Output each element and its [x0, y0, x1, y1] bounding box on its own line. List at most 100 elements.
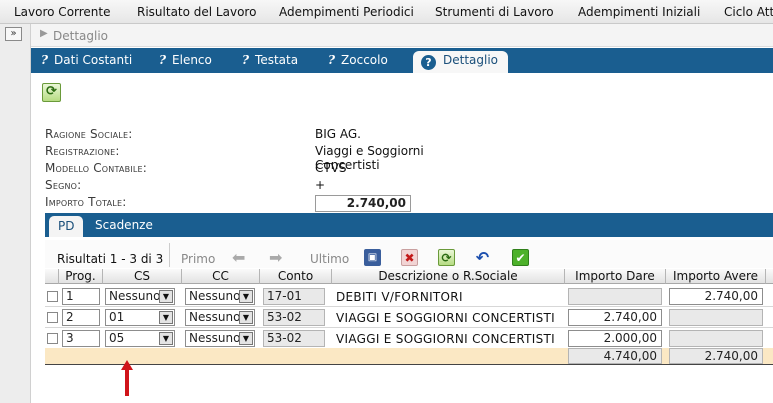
col-head-importo-avere[interactable]: Importo Avere [666, 269, 766, 284]
undo-icon[interactable]: ↶ [474, 249, 491, 266]
total-dare-field: 4.740,00 [568, 348, 662, 364]
tab-pd[interactable]: PD [49, 216, 84, 237]
chevron-down-icon: ▼ [239, 332, 253, 345]
chevron-down-icon: ▼ [239, 290, 253, 303]
refresh-icon[interactable]: ⟳ [42, 83, 61, 102]
prev-page-icon[interactable]: ⬅ [232, 248, 245, 267]
totals-row: 4.740,00 2.740,00 [45, 348, 773, 365]
detail-tabbar: PD Scadenze [45, 213, 773, 237]
col-head-importo-dare[interactable]: Importo Dare [565, 269, 666, 284]
menu-lavoro-corrente[interactable]: Lavoro Corrente [14, 5, 111, 19]
tab-label: Dati Costanti [54, 53, 133, 67]
menu-strumenti-di-lavoro[interactable]: Strumenti di Lavoro [435, 5, 554, 19]
last-page-link[interactable]: Ultimo [310, 252, 349, 266]
modello-contabile-label: Modello Contabile: [45, 161, 148, 175]
col-head-cs[interactable]: CS [103, 269, 182, 284]
col-head-conto[interactable]: Conto [260, 269, 332, 284]
cc-value: Nessuno [189, 289, 241, 303]
conto-field: 53-02 [263, 309, 325, 326]
col-head-descrizione[interactable]: Descrizione o R.Sociale [332, 269, 565, 284]
cs-select[interactable]: 05 ▼ [105, 330, 175, 347]
main-tabbar: ? Dati Costanti ? Elenco ? Testata ? Zoccolo… [31, 48, 773, 73]
grid-toolbar: Risultati 1 - 3 di 3 Primo ⬅ ➡ Ultimo ▣ … [45, 240, 773, 268]
breadcrumb-arrow-icon: ▶ [40, 28, 48, 39]
row-checkbox[interactable] [47, 333, 58, 344]
tab-label: Dettaglio [443, 53, 499, 67]
cs-value: Nessuno [109, 289, 161, 303]
registrazione-label: Registrazione: [45, 144, 120, 158]
main-menubar: Lavoro Corrente Risultato del Lavoro Ade… [0, 0, 773, 24]
segno-label: Segno: [45, 178, 82, 192]
cc-select[interactable]: Nessuno ▼ [185, 288, 255, 305]
tab-label: Zoccolo [341, 53, 388, 67]
confirm-icon[interactable]: ✔ [512, 249, 529, 266]
importo-dare-input[interactable]: 2.740,00 [568, 309, 662, 326]
first-page-link[interactable]: Primo [181, 252, 215, 266]
descrizione-text: DEBITI V/FORNITORI [336, 290, 463, 304]
importo-avere-input[interactable]: 2.740,00 [669, 288, 763, 305]
delete-icon[interactable]: ✖ [401, 249, 418, 266]
info-row-segno: Segno: + [45, 178, 475, 195]
chevron-down-icon: ▼ [239, 311, 253, 324]
col-head-cc[interactable]: CC [182, 269, 260, 284]
chevron-down-icon: ▼ [159, 290, 173, 303]
cs-value: 01 [109, 310, 125, 324]
importo-dare-input[interactable]: 2.000,00 [568, 330, 662, 347]
breadcrumb: ▶ Dettaglio [31, 24, 773, 47]
results-count: Risultati 1 - 3 di 3 [57, 252, 164, 266]
help-icon: ? [328, 53, 336, 67]
segno-value: + [315, 178, 326, 192]
chevron-down-icon: ▼ [159, 311, 173, 324]
row-checkbox[interactable] [47, 312, 58, 323]
help-icon: ? [41, 53, 49, 67]
ragione-sociale-label: Ragione Sociale: [45, 127, 133, 141]
importo-avere-field [669, 309, 763, 326]
menu-adempimenti-iniziali[interactable]: Adempimenti Iniziali [578, 5, 700, 19]
prog-input[interactable]: 3 [62, 330, 100, 347]
refresh-icon[interactable]: ⟳ [438, 249, 455, 266]
tab-scadenze[interactable]: Scadenze [95, 218, 153, 232]
importo-totale-field: 2.740,00 [315, 195, 411, 212]
save-icon[interactable]: ▣ [364, 249, 381, 266]
row-checkbox[interactable] [47, 291, 58, 302]
tab-dettaglio[interactable]: ? Dettaglio [413, 51, 509, 73]
cs-select[interactable]: Nessuno ▼ [105, 288, 175, 305]
cs-value: 05 [109, 331, 125, 345]
toolbar-separator [169, 243, 170, 267]
left-panel-strip: » [0, 24, 31, 403]
next-page-icon[interactable]: ➡ [269, 248, 282, 267]
ragione-sociale-value: BIG AG. [315, 127, 361, 141]
conto-field: 53-02 [263, 330, 325, 347]
expand-panel-button[interactable]: » [5, 27, 22, 41]
menu-risultato-del-lavoro[interactable]: Risultato del Lavoro [137, 5, 256, 19]
importo-dare-field [568, 288, 662, 305]
menu-adempimenti-periodici[interactable]: Adempimenti Periodici [279, 5, 414, 19]
prog-input[interactable]: 2 [62, 309, 100, 326]
menu-ciclo-atti[interactable]: Ciclo Atti [724, 5, 773, 19]
col-head-select [45, 269, 59, 284]
breadcrumb-label: Dettaglio [53, 29, 109, 43]
help-icon: ? [242, 53, 250, 67]
info-row-registrazione: Registrazione: Viaggi e Soggiorni Concer… [45, 144, 475, 172]
tab-elenco[interactable]: ? Elenco [159, 53, 212, 67]
total-avere-field: 2.740,00 [669, 348, 763, 364]
cs-select[interactable]: 01 ▼ [105, 309, 175, 326]
red-pointer-arrow-icon [121, 360, 133, 396]
conto-field: 17-01 [263, 288, 325, 305]
importo-totale-label: Importo Totale: [45, 195, 127, 209]
tab-dati-costanti[interactable]: ? Dati Costanti [41, 53, 132, 67]
tab-testata[interactable]: ? Testata [242, 53, 298, 67]
cc-value: Nessuno [189, 310, 241, 324]
col-head-prog[interactable]: Prog. [59, 269, 103, 284]
tab-zoccolo[interactable]: ? Zoccolo [328, 53, 388, 67]
cc-select[interactable]: Nessuno ▼ [185, 309, 255, 326]
importo-avere-field [669, 330, 763, 347]
descrizione-text: VIAGGI E SOGGIORNI CONCERTISTI [336, 332, 555, 346]
help-icon: ? [159, 53, 167, 67]
tab-label: Elenco [172, 53, 212, 67]
cc-select[interactable]: Nessuno ▼ [185, 330, 255, 347]
table-row: 2 01 ▼ Nessuno ▼ 53-02 VIAGGI E SOGGIORNI … [45, 307, 773, 328]
prog-input[interactable]: 1 [62, 288, 100, 305]
table-row: 1 Nessuno ▼ Nessuno ▼ 17-01 DEBITI V/FORNI… [45, 286, 773, 307]
chevron-down-icon: ▼ [159, 332, 173, 345]
